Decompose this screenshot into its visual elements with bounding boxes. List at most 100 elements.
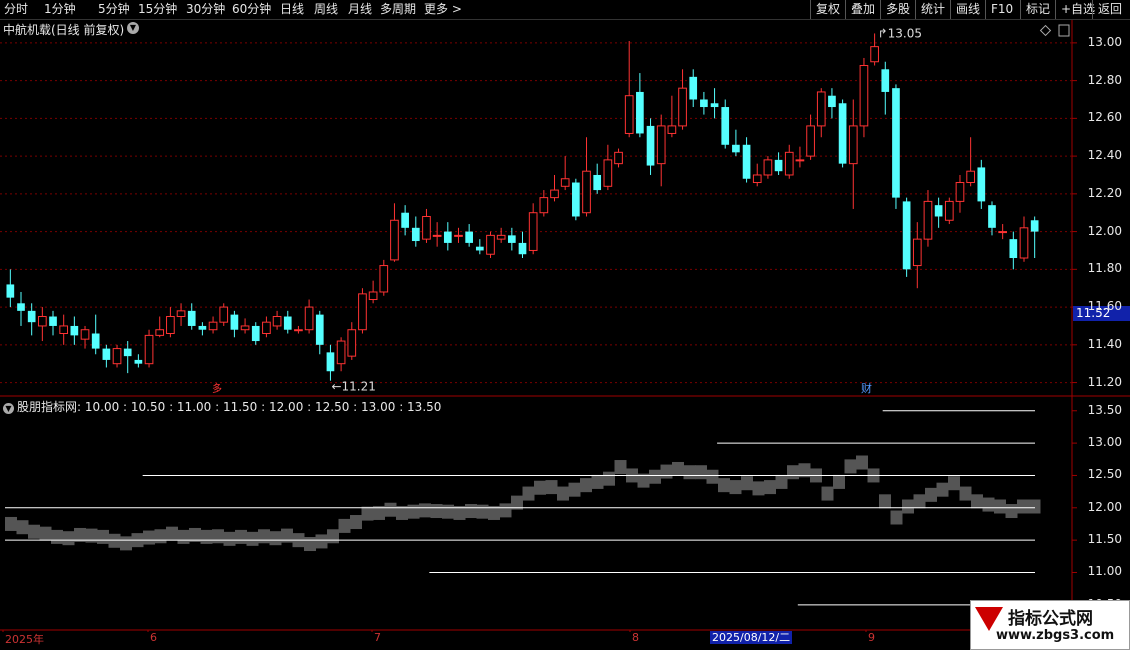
candle-body-down bbox=[283, 316, 292, 330]
candle-body-up bbox=[528, 212, 538, 251]
indicator-grid bbox=[1072, 410, 1077, 606]
candle-body-down bbox=[315, 314, 324, 345]
candle-body-up bbox=[358, 293, 367, 331]
chevron-down-icon[interactable]: ▼ bbox=[3, 403, 14, 414]
period-tab-0[interactable]: 分时 bbox=[4, 0, 28, 19]
candle-body-up bbox=[582, 170, 591, 214]
candle-body-down bbox=[411, 227, 420, 242]
toolbar-button-4[interactable]: 画线 bbox=[950, 0, 985, 19]
watermark-url: www.zbgs3.com bbox=[996, 628, 1115, 643]
period-tab-2[interactable]: 5分钟 bbox=[98, 0, 130, 19]
indicator-step bbox=[557, 486, 569, 501]
indicator-step bbox=[327, 529, 339, 544]
candle-body-up bbox=[166, 316, 175, 334]
site-watermark: 指标公式网 www.zbgs3.com bbox=[970, 600, 1130, 650]
period-tab-5[interactable]: 60分钟 bbox=[232, 0, 271, 19]
candle-body-up bbox=[38, 316, 47, 327]
candle-body-down bbox=[251, 325, 260, 342]
price-axis-label: 12.60 bbox=[1087, 110, 1122, 125]
toolbar-button-6[interactable]: 标记 bbox=[1020, 0, 1055, 19]
event-marker: 财 bbox=[861, 381, 872, 395]
candle-body-down bbox=[721, 107, 730, 145]
indicator-title: ▼ 股朋指标网: 10.00 : 10.50 : 11.00 : 11.50 : … bbox=[3, 398, 441, 415]
period-tab-1[interactable]: 1分钟 bbox=[44, 0, 76, 19]
indicator-step bbox=[120, 536, 132, 551]
event-marker-2: 多 bbox=[212, 382, 222, 395]
indicator-step bbox=[97, 529, 109, 544]
indicator-step bbox=[833, 474, 845, 489]
candle-body-up bbox=[784, 151, 794, 176]
candle-body-down bbox=[91, 333, 100, 349]
date-axis-label: 7 bbox=[374, 631, 381, 644]
toolbar-button-3[interactable]: 统计 bbox=[915, 0, 950, 19]
indicator-step bbox=[787, 465, 799, 480]
candle-body-up bbox=[368, 291, 378, 301]
candle-body-up bbox=[155, 329, 165, 336]
candle-body-down bbox=[27, 310, 36, 323]
candle-body-down bbox=[700, 99, 708, 108]
watermark-title: 指标公式网 bbox=[1008, 609, 1093, 629]
candle-body-up bbox=[454, 234, 463, 237]
candle-body-down bbox=[518, 242, 527, 255]
period-tab-4[interactable]: 30分钟 bbox=[186, 0, 225, 19]
indicator-step bbox=[384, 502, 397, 517]
period-tab-8[interactable]: 月线 bbox=[348, 0, 372, 19]
indicator-step bbox=[672, 461, 684, 476]
period-tab-7[interactable]: 周线 bbox=[314, 0, 338, 19]
candle-body-down bbox=[689, 76, 698, 100]
price-axis-label: 12.80 bbox=[1087, 72, 1122, 87]
indicator-step bbox=[660, 464, 673, 479]
price-axis-label: 12.20 bbox=[1087, 185, 1122, 200]
candle-body-down bbox=[742, 144, 751, 179]
candle-body-up bbox=[432, 234, 442, 237]
indicator-axis-label: 12.00 bbox=[1087, 499, 1122, 514]
candle-body-down bbox=[828, 95, 836, 108]
candle-body-up bbox=[656, 125, 666, 165]
indicator-step bbox=[154, 529, 167, 544]
candle-body-up bbox=[667, 125, 677, 134]
candle-body-up bbox=[496, 234, 506, 240]
indicator-step-series bbox=[5, 455, 1041, 552]
candle-body-up bbox=[208, 321, 218, 331]
candle-body-down bbox=[892, 88, 900, 198]
toolbar-button-2[interactable]: 多股 bbox=[880, 0, 915, 19]
toolbar-button-1[interactable]: 叠加 bbox=[845, 0, 880, 19]
period-tab-3[interactable]: 15分钟 bbox=[138, 0, 177, 19]
indicator-step bbox=[212, 529, 224, 544]
candle-body-up bbox=[859, 65, 869, 127]
candle-body-up bbox=[144, 334, 154, 365]
price-axis-label: 11.80 bbox=[1087, 261, 1122, 276]
toolbar-button-8[interactable]: 返回 bbox=[1092, 0, 1127, 19]
high-annotation: ↱13.05 bbox=[878, 26, 922, 40]
candle-body-up bbox=[176, 310, 186, 318]
indicator-step bbox=[741, 476, 753, 491]
candle-body-down bbox=[646, 125, 655, 166]
indicator-step bbox=[1017, 499, 1029, 514]
indicator-axis-label: 13.50 bbox=[1087, 402, 1122, 417]
toolbar-button-5[interactable]: F10 bbox=[985, 0, 1018, 19]
indicator-step bbox=[62, 531, 75, 546]
candle-body-up bbox=[422, 215, 431, 240]
period-tab-10[interactable]: 更多 > bbox=[424, 0, 462, 19]
period-tab-9[interactable]: 多周期 bbox=[380, 0, 416, 19]
indicator-level-lines bbox=[5, 410, 1035, 606]
indicator-step bbox=[775, 474, 788, 489]
indicator-step bbox=[879, 494, 891, 509]
candle-body-down bbox=[774, 159, 783, 172]
indicator-step bbox=[315, 534, 328, 549]
candle-body-down bbox=[507, 235, 516, 243]
indicator-step bbox=[235, 529, 247, 544]
period-tab-6[interactable]: 日线 bbox=[280, 0, 304, 19]
candle-body-down bbox=[102, 348, 111, 360]
toolbar-button-0[interactable]: 复权 bbox=[810, 0, 845, 19]
indicator-step bbox=[304, 537, 316, 552]
indicator-step bbox=[200, 529, 213, 544]
indicator-step bbox=[603, 471, 615, 486]
indicator-step bbox=[948, 476, 960, 491]
candle-body-down bbox=[49, 316, 57, 326]
indicator-step bbox=[1028, 499, 1041, 514]
indicator-step bbox=[108, 533, 121, 548]
candle-body-up bbox=[603, 159, 613, 187]
chevron-down-icon[interactable]: ▼ bbox=[127, 22, 139, 34]
indicator-step bbox=[269, 531, 282, 546]
